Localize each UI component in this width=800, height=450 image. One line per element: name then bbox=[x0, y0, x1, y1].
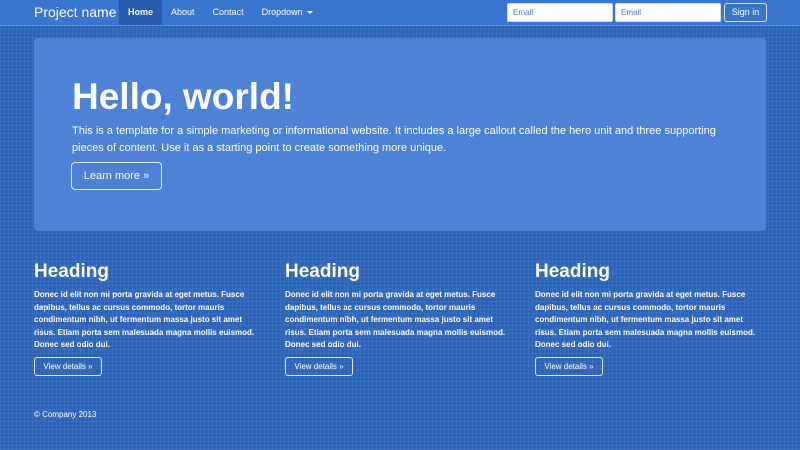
nav-item-about[interactable]: About bbox=[162, 0, 204, 25]
column-heading: Heading bbox=[535, 261, 610, 282]
footer-copyright: © Company 2013 bbox=[34, 410, 97, 419]
hero-title: Hello, world! bbox=[72, 76, 294, 117]
nav-item-home[interactable]: Home bbox=[119, 0, 163, 25]
content-column-3: Heading Donec id elit non mi porta gravi… bbox=[535, 260, 765, 376]
column-text: Donec id elit non mi porta gravida at eg… bbox=[34, 290, 255, 349]
nav-item-dropdown[interactable]: Dropdown bbox=[253, 0, 322, 25]
brand-link[interactable]: Project name bbox=[34, 4, 116, 20]
column-heading: Heading bbox=[34, 261, 109, 282]
column-text: Donec id elit non mi porta gravida at eg… bbox=[285, 290, 506, 349]
view-details-button[interactable]: View details » bbox=[34, 356, 102, 376]
nav-item-about-label: About bbox=[171, 7, 195, 17]
chevron-down-icon bbox=[306, 11, 313, 15]
view-details-button[interactable]: View details » bbox=[285, 356, 353, 376]
email-field-2[interactable] bbox=[615, 3, 721, 22]
nav-item-home-label: Home bbox=[128, 7, 154, 17]
content-column-1: Heading Donec id elit non mi porta gravi… bbox=[34, 260, 264, 376]
learn-more-button[interactable]: Learn more » bbox=[71, 162, 162, 190]
column-heading: Heading bbox=[285, 261, 360, 282]
column-text: Donec id elit non mi porta gravida at eg… bbox=[535, 290, 756, 349]
nav-item-contact[interactable]: Contact bbox=[204, 0, 253, 25]
navbar: Project name Home About Contact Dropdown… bbox=[0, 0, 800, 26]
nav-item-contact-label: Contact bbox=[212, 7, 244, 17]
email-field[interactable] bbox=[507, 3, 613, 22]
sign-in-button[interactable]: Sign in bbox=[724, 3, 767, 22]
hero-unit: Hello, world! This is a template for a s… bbox=[34, 38, 766, 231]
nav-item-dropdown-label: Dropdown bbox=[261, 7, 303, 17]
content-column-2: Heading Donec id elit non mi porta gravi… bbox=[285, 260, 515, 376]
view-details-button[interactable]: View details » bbox=[535, 356, 603, 376]
nav-menu: Home About Contact Dropdown bbox=[119, 0, 322, 25]
hero-text: This is a template for a simple marketin… bbox=[72, 125, 716, 154]
